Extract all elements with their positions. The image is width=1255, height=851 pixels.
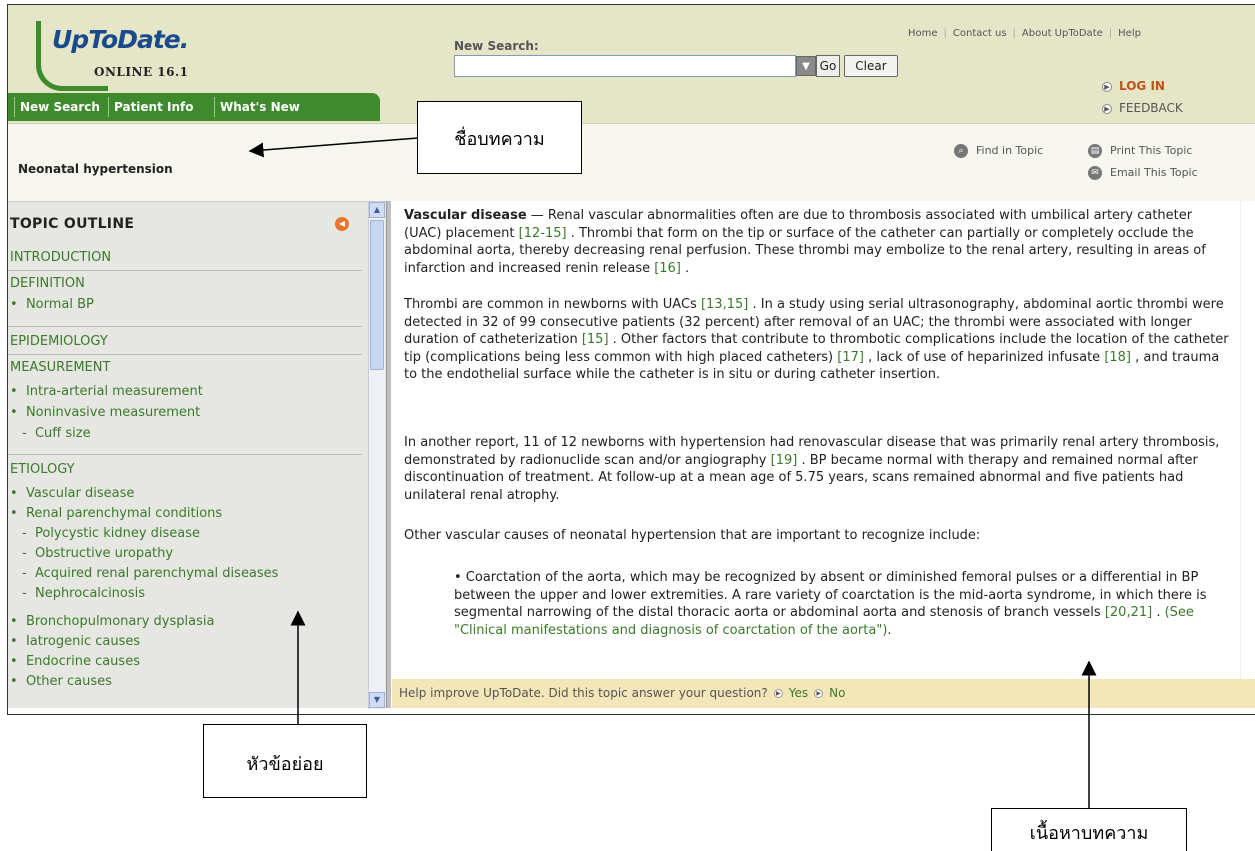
annotation-content-label: เนื้อหาบทความ — [1029, 823, 1149, 844]
annotation-arrows — [248, 137, 1097, 808]
title-arrow — [248, 137, 419, 158]
annotation-subtopic-label: หัวข้อย่อย — [246, 754, 324, 775]
annotation-title-box: ชื่อบทความ — [417, 101, 582, 174]
annotation-content-box: เนื้อหาบทความ — [991, 808, 1187, 851]
annotation-title-label: ชื่อบทความ — [454, 129, 545, 150]
annotation-subtopic-box: หัวข้อย่อย — [203, 724, 367, 798]
